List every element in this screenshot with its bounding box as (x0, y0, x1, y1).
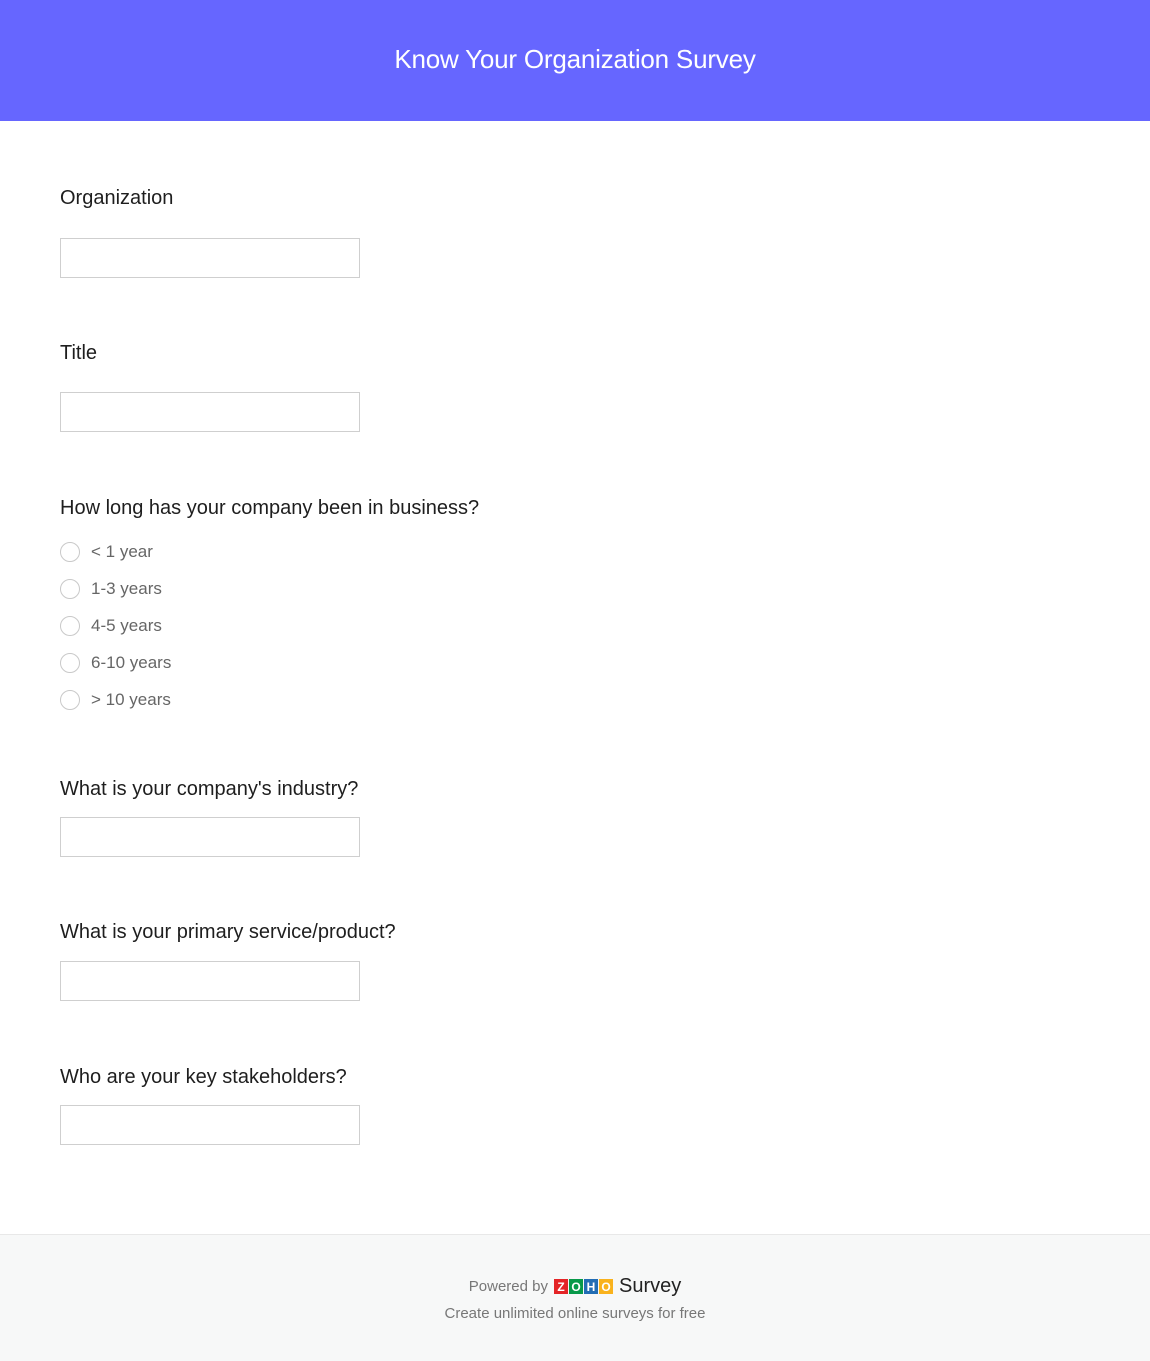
radio-option-more-than-10-years[interactable]: > 10 years (60, 690, 171, 710)
zoho-letter: Z (553, 1279, 568, 1294)
radio-button[interactable] (60, 616, 80, 636)
radio-button[interactable] (60, 690, 80, 710)
survey-header: Know Your Organization Survey (0, 0, 1150, 121)
zoho-letter: O (568, 1279, 583, 1294)
stakeholders-input[interactable] (60, 1105, 360, 1145)
question-organization-label: Organization (60, 187, 174, 209)
zoho-letter: H (583, 1279, 598, 1294)
radio-button[interactable] (60, 579, 80, 599)
radio-option-label: > 10 years (91, 690, 171, 709)
radio-button[interactable] (60, 653, 80, 673)
question-primary-product-label: What is your primary service/product? (60, 921, 396, 943)
organization-input[interactable] (60, 238, 360, 278)
product-name: Survey (618, 1275, 682, 1297)
footer-tagline[interactable]: Create unlimited online surveys for free (0, 1305, 1150, 1322)
radio-option-label: 4-5 years (91, 616, 162, 635)
question-stakeholders-label: Who are your key stakeholders? (60, 1066, 347, 1088)
radio-option-label: 6-10 years (91, 653, 172, 672)
radio-button[interactable] (60, 542, 80, 562)
question-business-duration-label: How long has your company been in busine… (60, 497, 480, 519)
title-input[interactable] (60, 392, 360, 432)
zoho-logo-icon: Z O H O (553, 1279, 614, 1294)
radio-option-6-10-years[interactable]: 6-10 years (60, 653, 171, 673)
radio-option-less-than-1-year[interactable]: < 1 year (60, 542, 153, 562)
question-industry-label: What is your company's industry? (60, 778, 359, 800)
radio-option-4-5-years[interactable]: 4-5 years (60, 616, 162, 636)
radio-option-label: < 1 year (91, 542, 153, 561)
primary-product-input[interactable] (60, 961, 360, 1001)
powered-by-link[interactable]: Powered by Z O H O Survey (0, 1275, 1150, 1298)
survey-title: Know Your Organization Survey (394, 44, 756, 74)
question-title-label: Title (60, 342, 98, 364)
powered-by-text: Powered by (468, 1278, 548, 1295)
survey-footer: Powered by Z O H O Survey Create unlimit… (0, 1234, 1150, 1361)
industry-input[interactable] (60, 817, 360, 857)
zoho-letter: O (598, 1279, 613, 1294)
radio-option-label: 1-3 years (91, 579, 162, 598)
radio-option-1-3-years[interactable]: 1-3 years (60, 579, 162, 599)
